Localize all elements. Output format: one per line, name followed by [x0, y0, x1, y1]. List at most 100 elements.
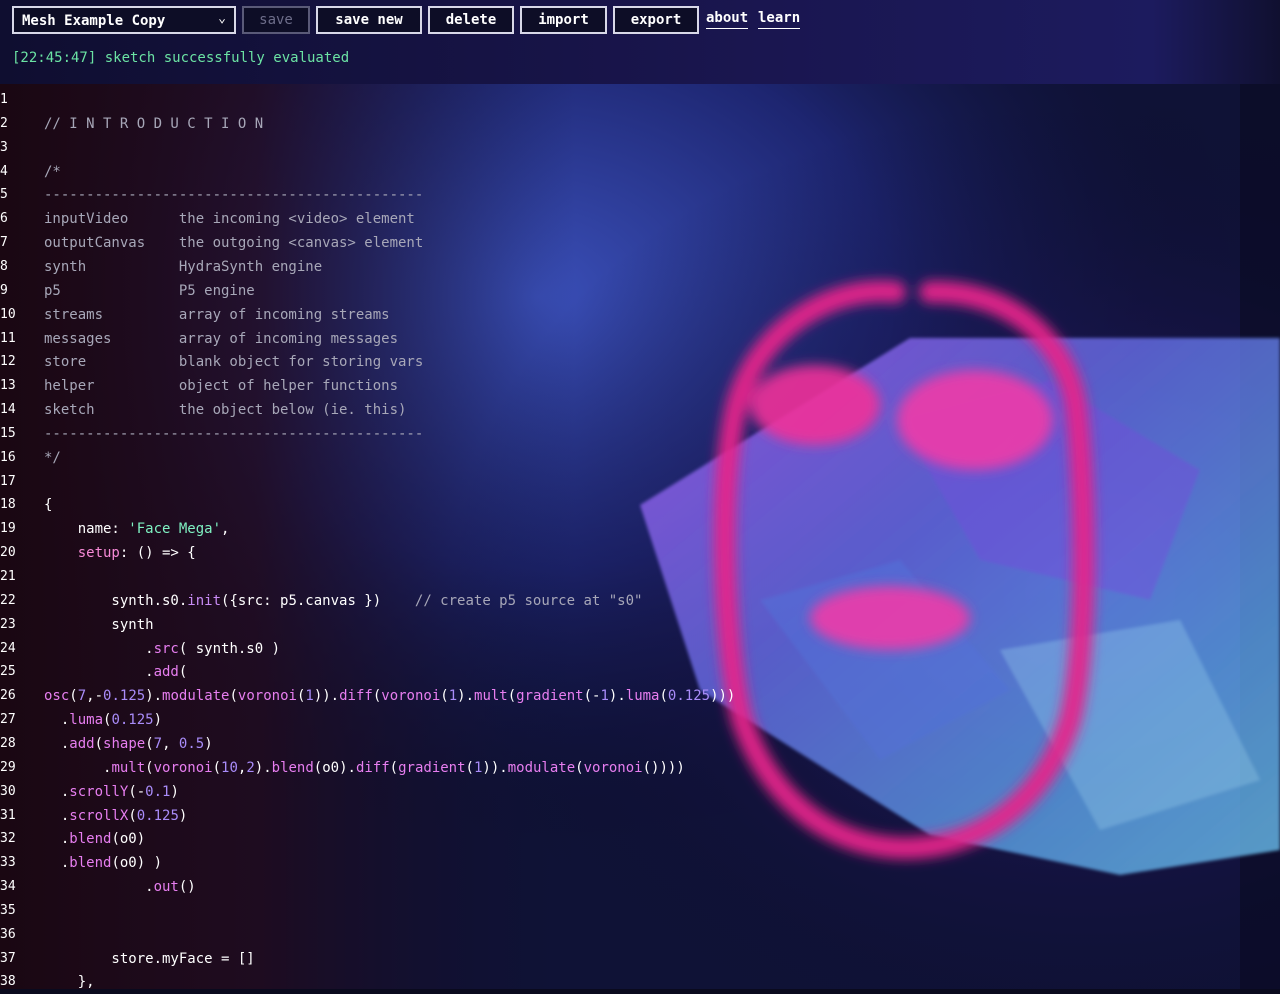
- code-token: helper object of helper functions: [44, 378, 399, 395]
- code-token: voronoi: [153, 759, 213, 776]
- code-token: // I N T R O D U C T I O N: [44, 115, 264, 132]
- code-token: luma: [625, 688, 660, 705]
- code-token: 0.125: [103, 688, 146, 705]
- code-line[interactable]: 14 sketch the object below (ie. this): [0, 398, 1280, 422]
- code-line[interactable]: 9 p5 P5 engine: [0, 279, 1280, 303]
- code-token: (-: [583, 688, 601, 705]
- code-token: ( synth.s0 ): [178, 640, 281, 657]
- code-token: ,: [162, 735, 179, 752]
- code-line[interactable]: 4 /*: [0, 160, 1280, 184]
- code-text: .blend(o0) ): [44, 851, 162, 875]
- code-line[interactable]: 37 store.myFace = []: [0, 947, 1280, 971]
- code-line[interactable]: 35: [0, 899, 1280, 923]
- code-token: mult: [474, 688, 508, 705]
- code-token: luma: [69, 712, 104, 729]
- code-token: 7: [77, 688, 87, 705]
- code-line[interactable]: 5 ---------------------------------------…: [0, 183, 1280, 207]
- code-token: voronoi: [583, 759, 643, 776]
- learn-link[interactable]: learn: [758, 10, 801, 29]
- save-new-button[interactable]: save new: [316, 6, 422, 34]
- code-token: gradient: [516, 688, 584, 705]
- export-button[interactable]: export: [613, 6, 699, 34]
- line-number: 34: [0, 879, 16, 895]
- line-number: 37: [0, 950, 16, 966]
- code-token: (: [212, 759, 222, 776]
- code-text: .blend(o0): [44, 827, 145, 851]
- code-line[interactable]: 2 // I N T R O D U C T I O N: [0, 112, 1280, 136]
- code-line[interactable]: 19 name: 'Face Mega',: [0, 517, 1280, 541]
- code-line[interactable]: 13 helper object of helper functions: [0, 374, 1280, 398]
- code-line[interactable]: 10 streams array of incoming streams: [0, 303, 1280, 327]
- code-line[interactable]: 31 .scrollX(0.125): [0, 804, 1280, 828]
- code-line[interactable]: 12 store blank object for storing vars: [0, 350, 1280, 374]
- code-token: ))): [710, 688, 736, 705]
- code-token: .: [44, 879, 154, 896]
- code-line[interactable]: 3: [0, 136, 1280, 160]
- code-token: (: [659, 688, 668, 705]
- code-line[interactable]: 33 .blend(o0) ): [0, 851, 1280, 875]
- code-token: (: [69, 688, 78, 705]
- code-line[interactable]: 21: [0, 565, 1280, 589]
- sketch-select[interactable]: Mesh Example Copy ⌄: [12, 6, 236, 34]
- code-token: sketch the object below (ie. this): [44, 402, 407, 419]
- line-number: 20: [0, 545, 16, 561]
- line-number: 28: [0, 735, 16, 751]
- code-token: synth HydraSynth engine: [44, 258, 323, 275]
- line-number: 31: [0, 807, 16, 823]
- code-token: store blank object for storing vars: [44, 354, 424, 371]
- code-token: (-: [128, 783, 146, 800]
- line-number: 12: [0, 354, 16, 370]
- code-token: */: [44, 449, 61, 466]
- code-token: (o0) ): [111, 855, 163, 872]
- code-line[interactable]: 22 synth.s0.init({src: p5.canvas }) // c…: [0, 589, 1280, 613]
- line-number: 23: [0, 616, 16, 632]
- code-line[interactable]: 34 .out(): [0, 875, 1280, 899]
- line-number: 27: [0, 712, 16, 728]
- code-line[interactable]: 36: [0, 923, 1280, 947]
- code-text: messages array of incoming messages: [44, 327, 398, 351]
- save-button[interactable]: save: [242, 6, 310, 34]
- code-text: .scrollX(0.125): [44, 804, 188, 828]
- line-number: 7: [0, 235, 8, 251]
- code-token: 'Face Mega': [128, 521, 222, 538]
- code-line[interactable]: 8 synth HydraSynth engine: [0, 255, 1280, 279]
- code-line[interactable]: 7 outputCanvas the outgoing <canvas> elem…: [0, 231, 1280, 255]
- code-line[interactable]: 1: [0, 88, 1280, 112]
- code-token: ({src: p5.canvas }): [221, 592, 415, 609]
- code-line[interactable]: 30 .scrollY(-0.1): [0, 780, 1280, 804]
- code-line[interactable]: 23 synth: [0, 613, 1280, 637]
- code-line[interactable]: 6 inputVideo the incoming <video> element: [0, 207, 1280, 231]
- code-token: 1: [448, 688, 458, 705]
- code-line[interactable]: 26 osc(7,-0.125).modulate(voronoi(1)).dif…: [0, 684, 1280, 708]
- code-line[interactable]: 25 .add(: [0, 660, 1280, 684]
- code-token: outputCanvas the outgoing <canvas> eleme…: [44, 235, 424, 252]
- code-token: 0.1: [145, 783, 171, 800]
- code-token: ): [178, 807, 188, 824]
- code-line[interactable]: 15 --------------------------------------…: [0, 422, 1280, 446]
- code-line[interactable]: 28 .add(shape(7, 0.5): [0, 732, 1280, 756]
- code-token: 1: [305, 688, 314, 705]
- code-token: (: [178, 664, 188, 681]
- line-number: 1: [0, 92, 8, 107]
- code-line[interactable]: 11 messages array of incoming messages: [0, 327, 1280, 351]
- import-button[interactable]: import: [520, 6, 607, 34]
- toolbar: Mesh Example Copy ⌄ save save new delete…: [0, 0, 1280, 84]
- code-line[interactable]: 16 */: [0, 446, 1280, 470]
- code-editor[interactable]: 1 2// I N T R O D U C T I O N 3 4/* 5 -------…: [0, 88, 1280, 990]
- delete-button[interactable]: delete: [428, 6, 514, 34]
- code-line[interactable]: 17: [0, 470, 1280, 494]
- code-token: (: [128, 807, 137, 824]
- code-text: streams array of incoming streams: [44, 303, 390, 327]
- code-token: (: [229, 688, 238, 705]
- code-line[interactable]: 24 .src( synth.s0 ): [0, 637, 1280, 661]
- code-token: ,-: [86, 688, 104, 705]
- code-line[interactable]: 38 },: [0, 970, 1280, 994]
- code-line[interactable]: 32 .blend(o0): [0, 827, 1280, 851]
- about-link[interactable]: about: [706, 10, 749, 29]
- code-line[interactable]: 29 .mult(voronoi(10,2).blend(o0).diff(gr…: [0, 756, 1280, 780]
- code-line[interactable]: 20 setup: () => {: [0, 541, 1280, 565]
- code-token: modulate: [162, 688, 230, 705]
- code-line[interactable]: 27 .luma(0.125): [0, 708, 1280, 732]
- code-line[interactable]: 18 {: [0, 493, 1280, 517]
- code-token: /*: [44, 163, 61, 180]
